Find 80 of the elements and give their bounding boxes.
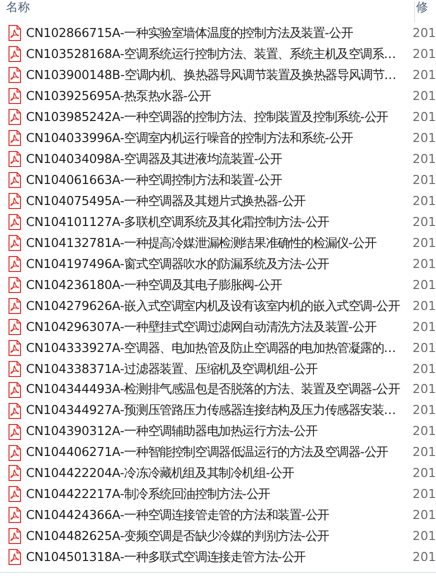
modified-date: 201 [412, 88, 436, 106]
modified-date: 201 [412, 276, 436, 294]
pdf-file-icon [8, 130, 21, 146]
file-name[interactable]: CN103528168A-空调系统运行控制方法、装置、系统主机及空调系… [26, 45, 413, 64]
modified-date: 201 [412, 256, 436, 273]
column-header[interactable]: 名称 [0, 0, 414, 14]
file-name[interactable]: CN104338371A-过滤器装置、压缩机及空调机组-公开 [26, 360, 413, 378]
file-name[interactable]: CN104197496A-窗式空调器吹水的防漏系统及方法-公开 [26, 254, 413, 274]
file-name[interactable]: CN104061663A-一种空调控制方法和装置-公开 [26, 170, 413, 190]
file-name[interactable]: CN103925695A-热泵热水器-公开 [26, 87, 413, 106]
pdf-file-icon [8, 486, 21, 502]
file-name[interactable]: CN104424366A-一种空调连接管走管的方法和装置-公开 [26, 506, 413, 525]
modified-date: 201 [412, 25, 436, 42]
pdf-file-icon [8, 465, 21, 482]
modified-date: 201 [412, 528, 436, 546]
file-name[interactable]: CN104296307A-一种壁挂式空调过滤网自动清洗方法及装置-公开 [26, 318, 413, 336]
pdf-file-icon [8, 402, 21, 419]
file-name[interactable]: CN104333927A-空调器、电加热管及防止空调器的电加热管凝露的… [26, 338, 413, 357]
pdf-file-icon [8, 46, 21, 62]
pdf-file-icon [8, 507, 21, 524]
pdf-file-icon [8, 528, 21, 544]
pdf-file-icon [8, 109, 21, 126]
file-name[interactable]: CN104390312A-一种空调辅助器电加热运行方法-公开 [26, 422, 413, 441]
modified-date: 201 [412, 486, 436, 504]
pdf-file-icon [8, 256, 21, 272]
pdf-file-icon [8, 549, 21, 566]
modified-date: 201 [412, 46, 436, 64]
file-name[interactable]: CN104033996A-空调室内机运行噪音的控制方法和系统-公开 [26, 129, 413, 148]
file-name[interactable]: CN104501318A-一种多联式空调连接走管方法-公开 [26, 548, 413, 567]
file-name[interactable]: CN103985242A-一种空调器的控制方法、控制装置及控制系统-公开 [26, 108, 413, 126]
modified-date: 201 [412, 318, 436, 336]
modified-date: 201 [412, 549, 436, 566]
modified-date: 201 [412, 465, 436, 482]
modified-date: 201 [412, 130, 436, 148]
column-header[interactable]: 修 [415, 0, 428, 14]
modified-date: 201 [412, 214, 436, 231]
file-name[interactable]: CN104034098A-空调器及其进液均流装置-公开 [26, 150, 413, 168]
modified-date: 201 [412, 150, 436, 168]
pdf-file-icon [8, 214, 21, 230]
modified-date: 201 [412, 360, 436, 378]
modified-date: 201 [412, 381, 436, 398]
pdf-file-icon [8, 235, 21, 251]
pdf-file-icon [8, 318, 21, 335]
pdf-file-icon [8, 67, 21, 84]
file-name[interactable]: CN104406271A-一种智能控制空调器低温运行的方法及空调器-公开 [26, 443, 413, 462]
pdf-file-icon [8, 360, 21, 377]
pdf-file-icon [8, 151, 21, 168]
modified-date: 201 [412, 109, 436, 126]
pdf-file-icon [8, 444, 21, 461]
file-name[interactable]: CN103900148B-空调内机、换热器导风调节装置及换热器导风调节… [26, 66, 413, 85]
pdf-file-icon [8, 424, 21, 440]
file-name[interactable]: CN104422217A-制冷系统回油控制方法-公开 [26, 485, 413, 504]
file-name[interactable]: CN102866715A-一种实验室墙体温度的控制方法及装置-公开 [26, 24, 413, 43]
pdf-file-icon [8, 276, 21, 293]
pdf-file-icon [8, 340, 21, 356]
pdf-file-icon [8, 88, 21, 104]
file-name[interactable]: CN104344927A-预测压管路压力传感器连接结构及压力传感器安装… [26, 401, 413, 420]
file-name[interactable]: CN104236180A-一种空调及其电子膨胀阀-公开 [26, 276, 413, 294]
modified-date: 201 [412, 423, 436, 440]
pdf-file-icon [8, 382, 21, 398]
file-name[interactable]: CN104422204A-冷冻冷藏机组及其制冷机组-公开 [26, 464, 413, 483]
modified-date: 201 [412, 192, 436, 210]
file-name[interactable]: CN104101127A-多联机空调系统及其化霜控制方法-公开 [26, 212, 413, 232]
modified-date: 201 [412, 340, 436, 357]
file-name[interactable]: CN104075495A-一种空调器及其翅片式换热器-公开 [26, 192, 413, 210]
pdf-file-icon [8, 193, 21, 210]
modified-date: 201 [412, 234, 436, 252]
modified-date: 201 [412, 172, 436, 189]
pdf-file-icon [8, 298, 21, 314]
modified-date: 201 [412, 507, 436, 524]
modified-date: 201 [412, 444, 436, 462]
file-name[interactable]: CN104132781A-一种提高冷媒泄漏检测结果准确性的检漏仪-公开 [26, 234, 413, 252]
file-name[interactable]: CN104279626A-嵌入式空调室内机及设有该室内机的嵌入式空调-公开 [26, 296, 413, 316]
pdf-file-icon [8, 25, 21, 42]
modified-date: 201 [412, 298, 436, 315]
pdf-file-icon [8, 172, 21, 188]
modified-date: 201 [412, 67, 436, 84]
file-name[interactable]: CN104482625A-变频空调是否缺少冷媒的判别方法-公开 [26, 527, 413, 546]
modified-date: 201 [412, 402, 436, 420]
file-name[interactable]: CN104344493A-检测排气感温包是否脱落的方法、装置及空调器-公开 [26, 380, 413, 399]
